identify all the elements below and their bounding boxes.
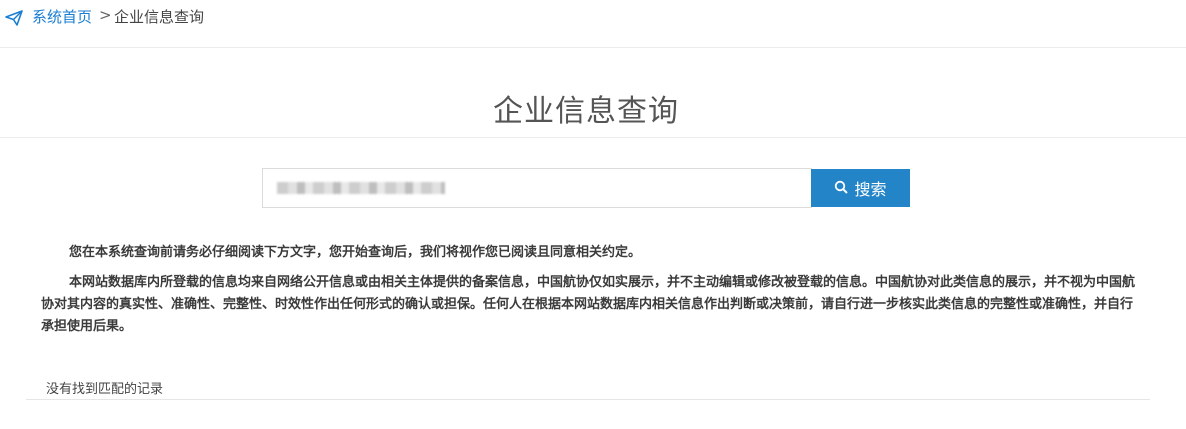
search-button[interactable]: 搜索 (811, 169, 910, 207)
breadcrumb-separator: > (99, 6, 112, 24)
page-title: 企业信息查询 (493, 94, 679, 129)
empty-result-message: 没有找到匹配的记录 (46, 382, 164, 397)
notice-paragraph-1: 您在本系统查询前请务必仔细阅读下方文字，您开始查询后，我们将视作您已阅读且同意相… (69, 245, 642, 260)
search-button-label: 搜索 (854, 180, 887, 199)
obscured-search-value (277, 182, 445, 194)
breadcrumb-home-link[interactable]: 系统首页 (32, 6, 92, 27)
breadcrumb-current: 企业信息查询 (114, 8, 205, 26)
notice-paragraph-2: 本网站数据库内所登载的信息均来自网络公开信息或由相关主体提供的备案信息，中国航协… (41, 275, 1136, 334)
paper-plane-icon (5, 10, 23, 26)
breadcrumb: 系统首页 > 企业信息查询 (0, 0, 1186, 48)
search-icon (834, 179, 849, 198)
result-table: 没有找到匹配的记录 (26, 376, 1150, 400)
